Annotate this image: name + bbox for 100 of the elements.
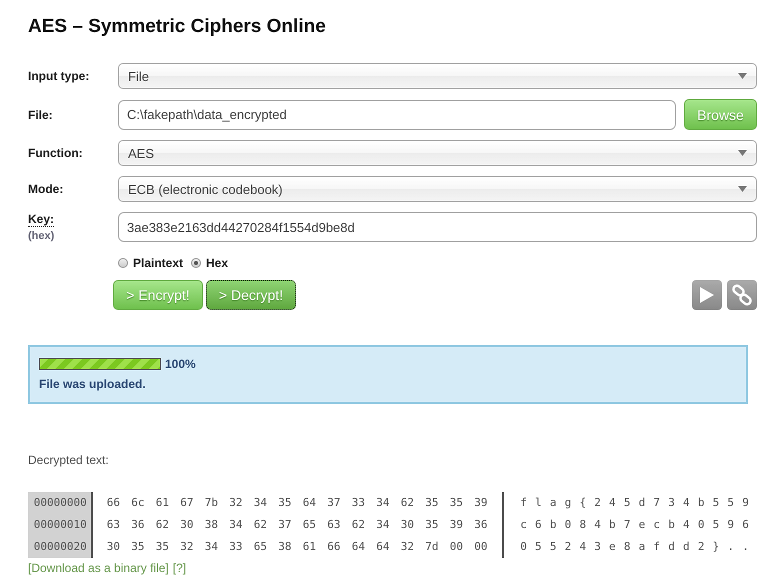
caret-icon: [738, 150, 747, 156]
hex-byte: 35: [450, 495, 464, 511]
ascii-char: 5: [712, 517, 720, 533]
radio-option[interactable]: Hex: [191, 256, 228, 270]
field-label: File:: [28, 108, 54, 122]
play-icon: [699, 286, 715, 304]
hex-byte: 34: [376, 517, 390, 533]
hex-byte: 64: [376, 539, 390, 555]
ascii-char: 6: [742, 517, 750, 533]
ascii-char: d: [668, 539, 676, 555]
ascii-char: a: [550, 495, 558, 511]
hex-byte: 30: [180, 517, 194, 533]
hex-byte: 61: [302, 539, 317, 555]
field-label: Mode:: [28, 182, 64, 196]
ascii-char: a: [638, 539, 646, 555]
hex-byte: 00: [450, 539, 464, 555]
ascii-char: b: [668, 517, 676, 533]
ascii-char: {: [579, 495, 588, 511]
ascii-char: 0: [698, 517, 706, 533]
ascii-char: 7: [653, 495, 662, 511]
hex-byte: 32: [400, 539, 415, 555]
hex-byte: 33: [229, 539, 244, 555]
hex-byte: 66: [327, 539, 342, 555]
field-label: Input type:: [28, 69, 90, 83]
link-button[interactable]: [727, 280, 757, 310]
ascii-char: 2: [564, 539, 572, 555]
field-label: Function:: [28, 146, 84, 160]
offset-cell-text: 00000020: [32, 539, 88, 555]
ascii-char: d: [638, 495, 646, 511]
hex-byte: 34: [376, 495, 390, 511]
hex-byte: 30: [400, 517, 415, 533]
hex-byte: 62: [352, 517, 366, 533]
ascii-char: b: [698, 495, 706, 511]
hex-byte: 62: [400, 495, 415, 511]
hex-byte: 35: [131, 539, 146, 555]
ascii-char: c: [520, 517, 528, 533]
ascii-char: b: [550, 517, 558, 533]
hex-byte: 61: [156, 495, 170, 511]
hex-byte: 36: [131, 517, 146, 533]
field-sublabel: (hex): [28, 230, 56, 242]
play-button[interactable]: [692, 280, 722, 310]
ascii-char: l: [535, 495, 543, 511]
radio-option[interactable]: Plaintext: [118, 256, 184, 270]
ascii-char: 6: [535, 517, 543, 533]
hex-byte: 63: [106, 517, 121, 533]
ascii-char: 5: [712, 495, 720, 511]
hex-byte: 34: [204, 539, 219, 555]
hex-byte: 39: [474, 495, 488, 511]
ascii-char: f: [520, 495, 528, 511]
hex-byte: 7b: [204, 495, 219, 511]
hex-byte: 63: [327, 517, 342, 533]
hex-byte: 35: [425, 517, 440, 533]
file-path-field[interactable]: C:\fakepath\data_encrypted: [118, 100, 676, 130]
link-icon: [731, 284, 753, 306]
hex-byte: 65: [302, 517, 317, 533]
ascii-char: g: [564, 495, 572, 511]
ascii-char: 9: [727, 517, 736, 533]
hex-byte: 64: [302, 495, 317, 511]
caret-icon: [738, 73, 747, 79]
field-label: Key:: [28, 212, 54, 227]
hex-byte: 65: [254, 539, 268, 555]
ascii-char: c: [653, 517, 662, 533]
hex-byte: 37: [327, 495, 342, 511]
dropdown[interactable]: File: [118, 63, 757, 89]
ascii-char: }: [712, 539, 720, 555]
hex-byte: 35: [278, 495, 292, 511]
ascii-char: 8: [579, 517, 588, 533]
hex-byte: 38: [204, 517, 219, 533]
ascii-char: 3: [668, 495, 676, 511]
ascii-char: 0: [564, 517, 572, 533]
hex-byte: 66: [106, 495, 121, 511]
hex-byte: 30: [106, 539, 121, 555]
ascii-char: 2: [698, 539, 706, 555]
ascii-char: .: [742, 539, 750, 555]
ascii-char: 9: [742, 495, 750, 511]
hex-byte: 6c: [131, 495, 146, 511]
hex-byte: 32: [229, 495, 244, 511]
hex-byte: 62: [254, 517, 268, 533]
hex-byte: 33: [352, 495, 366, 511]
hex-byte: 35: [425, 495, 440, 511]
ascii-char: 8: [624, 539, 632, 555]
ascii-char: 5: [727, 495, 736, 511]
offset-cell-text: 00000000: [32, 495, 88, 511]
progress-reading: 100%: [165, 357, 196, 371]
dropdown[interactable]: AES: [118, 140, 757, 166]
ascii-char: 5: [550, 539, 558, 555]
hex-byte: 34: [229, 517, 244, 533]
ascii-char: b: [609, 517, 617, 533]
ascii-char: 5: [624, 495, 632, 511]
hex-byte: 64: [352, 539, 366, 555]
hex-byte: 35: [156, 539, 170, 555]
hex-byte: 00: [474, 539, 488, 555]
ascii-char: 4: [594, 517, 602, 533]
hex-byte: 62: [156, 517, 170, 533]
dropdown[interactable]: ECB (electronic codebook): [118, 176, 757, 202]
offset-cell-text: 00000010: [32, 517, 88, 533]
hex-byte: 7d: [425, 539, 440, 555]
caret-icon: [738, 186, 747, 192]
ascii-char: e: [638, 517, 646, 533]
key-field[interactable]: 3ae383e2163dd44270284f1554d9be8d: [118, 212, 757, 242]
